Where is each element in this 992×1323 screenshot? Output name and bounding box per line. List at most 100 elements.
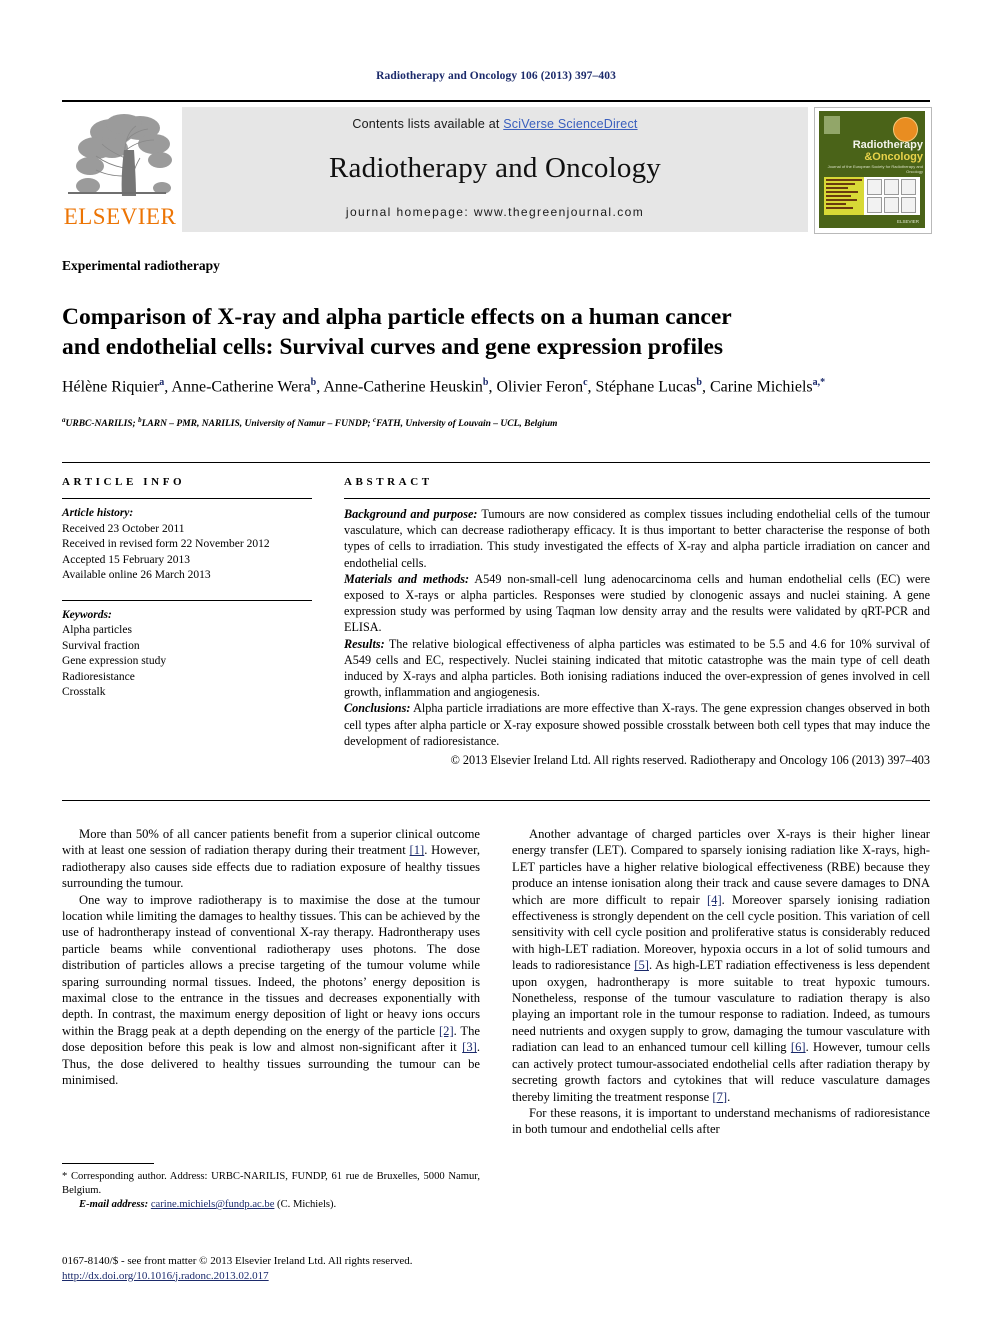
contents-prefix: Contents lists available at [352, 117, 504, 131]
logo-baseline [68, 192, 166, 194]
citation-link[interactable]: [3] [462, 1040, 477, 1054]
title-line-1: Comparison of X-ray and alpha particle e… [62, 303, 732, 330]
affiliation-text: FATH, University of Louvain – UCL, Belgi… [376, 419, 558, 430]
elsevier-logo: ELSEVIER [62, 108, 178, 232]
author-name: Anne-Catherine Heuskin [323, 378, 483, 396]
footer-copyright: 0167-8140/$ - see front matter © 2013 El… [62, 1254, 492, 1283]
running-head: Radiotherapy and Oncology 106 (2013) 397… [376, 70, 616, 82]
author-name: Hélène Riquier [62, 378, 160, 396]
abstract-copyright: © 2013 Elsevier Ireland Ltd. All rights … [450, 753, 930, 768]
doi-link[interactable]: http://dx.doi.org/10.1016/j.radonc.2013.… [62, 1270, 269, 1282]
journal-title: Radiotherapy and Oncology [329, 152, 661, 184]
article-history-item: Accepted 15 February 2013 [62, 553, 191, 566]
article-history-item: Available online 26 March 2013 [62, 569, 211, 581]
citation-link[interactable]: [7] [712, 1090, 727, 1104]
citation-link[interactable]: [4] [707, 893, 722, 907]
body-paragraph: More than 50% of all cancer patients ben… [62, 827, 480, 891]
sciencedirect-link[interactable]: SciVerse ScienceDirect [503, 117, 637, 131]
article-history-item: Received 23 October 2011 [62, 522, 185, 535]
journal-cover-thumbnail[interactable]: Radiotherapy &Oncology Journal of the Eu… [814, 107, 932, 234]
cover-subtitle: Journal of the European Society for Radi… [827, 164, 923, 174]
body-paragraph: Another advantage of charged particles o… [512, 827, 931, 1104]
abstract-section: Results: The relative biological effecti… [344, 636, 930, 700]
cover-content-panel [824, 177, 920, 215]
author-affiliation-mark: a [159, 377, 165, 388]
email-label: E-mail address: [79, 1199, 149, 1210]
abstract-section-label: Materials and methods: [344, 571, 470, 586]
info-block-bottom-rule [62, 800, 930, 801]
footnote-block: * Corresponding author. Address: URBC-NA… [62, 1170, 480, 1212]
article-history-item: Received in revised form 22 November 201… [62, 538, 270, 550]
body-paragraph: For these reasons, it is important to un… [512, 1105, 930, 1137]
abstract-section: Materials and methods: A549 non-small-ce… [344, 571, 930, 635]
abstract-section-label: Results: [344, 636, 385, 651]
email-note: E-mail address: carine.michiels@fundp.ac… [62, 1198, 480, 1212]
author-list: Hélène Riquiera, Anne-Catherine Werab, A… [62, 377, 826, 396]
keyword-item: Crosstalk [62, 686, 106, 698]
article-page: Radiotherapy and Oncology 106 (2013) 397… [0, 0, 992, 1323]
abstract-section-label: Conclusions: [344, 701, 411, 716]
issn-line: 0167-8140/$ - see front matter © 2013 El… [62, 1255, 413, 1267]
article-info-heading: ARTICLE INFO [62, 476, 186, 488]
keyword-item: Survival fraction [62, 639, 140, 652]
author-affiliation-mark: b [482, 377, 489, 388]
author-affiliation-mark: c [583, 377, 588, 388]
keyword-item: Radioresistance [62, 670, 135, 683]
cover-title-line2: &Oncology [864, 151, 923, 163]
keywords-list: Alpha particles Survival fraction Gene exp… [62, 623, 312, 701]
title-line-2: and endothelial cells: Survival curves a… [62, 333, 724, 360]
journal-masthead: ELSEVIER Contents lists available at Sci… [62, 100, 932, 236]
body-column-right: Another advantage of charged particles o… [512, 826, 930, 1138]
author-affiliation-mark: a,* [812, 377, 826, 388]
abstract-section: Background and purpose: Tumours are now … [344, 507, 930, 570]
body-paragraph: One way to improve radiotherapy is to ma… [62, 892, 481, 1088]
elsevier-tree-logo-icon [66, 110, 174, 202]
email-link[interactable]: carine.michiels@fundp.ac.be [151, 1199, 275, 1210]
article-info-column: ARTICLE INFO Article history: Received 2… [62, 476, 312, 701]
cover-artwork: Radiotherapy &Oncology Journal of the Eu… [819, 111, 925, 228]
elsevier-wordmark: ELSEVIER [63, 204, 177, 229]
article-info-rule [62, 498, 312, 499]
contents-lists-line: Contents lists available at SciVerse Sci… [182, 117, 808, 131]
journal-homepage-line[interactable]: journal homepage: www.thegreenjournal.co… [182, 205, 808, 219]
info-block-top-rule [62, 462, 930, 463]
citation-link[interactable]: [6] [791, 1040, 806, 1054]
email-suffix: (C. Michiels). [274, 1199, 337, 1210]
abstract-rule [344, 498, 930, 499]
citation-link[interactable]: [1] [410, 843, 425, 857]
author-affiliation-mark: b [696, 377, 702, 388]
keyword-item: Gene expression study [62, 655, 167, 667]
section-kicker: Experimental radiotherapy [62, 258, 220, 273]
journal-info-band: Contents lists available at SciVerse Sci… [182, 107, 808, 232]
cover-title-line1: Radiotherapy [852, 139, 923, 151]
abstract-section: Conclusions: Alpha particle irradiations… [344, 701, 930, 748]
citation-link[interactable]: [5] [634, 958, 649, 972]
citation-link[interactable]: [2] [439, 1024, 454, 1038]
author-name: Anne-Catherine Wera [171, 378, 311, 396]
keywords-label: Keywords: [62, 608, 112, 621]
affiliation-text: URBC-NARILIS; [65, 419, 139, 430]
article-history-label: Article history: [62, 507, 134, 519]
cover-toc-block [824, 177, 864, 215]
affiliation-text: LARN – PMR, NARILIS, University of Namur… [141, 419, 374, 430]
cover-figure-grid [864, 177, 920, 215]
author-name: Olivier Feron [496, 378, 584, 396]
abstract-heading: ABSTRACT [344, 476, 433, 488]
cover-footer-mark: ELSEVIER [896, 219, 919, 224]
body-column-left: More than 50% of all cancer patients ben… [62, 826, 480, 1089]
abstract-section-label: Background and purpose: [344, 507, 478, 521]
article-history-list: Received 23 October 2011 Received in revi… [62, 522, 312, 584]
author-name: Stéphane Lucas [595, 378, 697, 396]
abstract-column: ABSTRACT Background and purpose: Tumours… [344, 476, 930, 768]
author-affiliation-mark: b [310, 377, 317, 388]
cover-publisher-mark-icon [824, 116, 840, 134]
corresponding-author-note: * Corresponding author. Address: URBC-NA… [62, 1171, 480, 1196]
keywords-rule [62, 599, 312, 601]
page-title: Comparison of X-ray and alpha particle e… [62, 302, 862, 362]
keyword-item: Alpha particles [62, 624, 132, 636]
footnote-rule [62, 1163, 154, 1164]
cover-title: Radiotherapy &Oncology [825, 139, 923, 163]
author-name: Carine Michiels [709, 378, 813, 396]
affiliation-list: aURBC-NARILIS; bLARN – PMR, NARILIS, Uni… [62, 414, 922, 431]
abstract-body: Background and purpose: Tumours are now … [344, 506, 930, 749]
